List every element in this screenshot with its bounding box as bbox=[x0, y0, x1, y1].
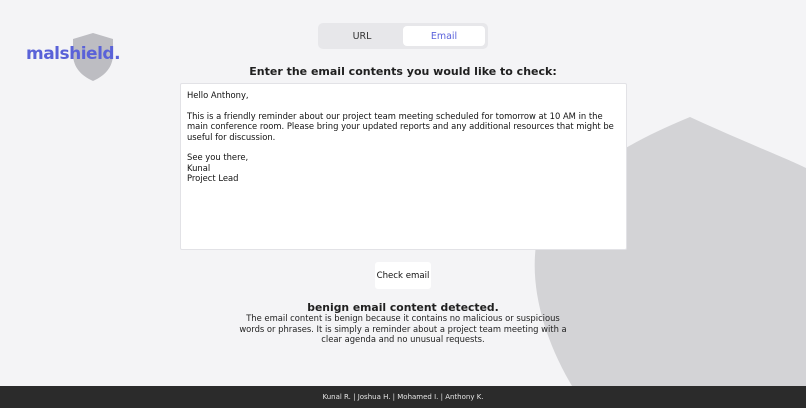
footer: Kunal R. | Joshua H. | Mohamed I. | Anth… bbox=[0, 386, 806, 408]
footer-credits: Kunal R. | Joshua H. | Mohamed I. | Anth… bbox=[322, 393, 484, 401]
logo-text: malshield. bbox=[26, 44, 121, 64]
email-content-textarea[interactable]: Hello Anthony, This is a friendly remind… bbox=[180, 83, 627, 250]
tab-url[interactable]: URL bbox=[321, 26, 403, 46]
mode-tabs: URL Email bbox=[318, 23, 488, 49]
tab-email[interactable]: Email bbox=[403, 26, 485, 46]
email-prompt-heading: Enter the email contents you would like … bbox=[249, 65, 557, 78]
result-explanation: The email content is benign because it c… bbox=[239, 313, 567, 345]
check-email-button[interactable]: Check email bbox=[375, 262, 431, 289]
